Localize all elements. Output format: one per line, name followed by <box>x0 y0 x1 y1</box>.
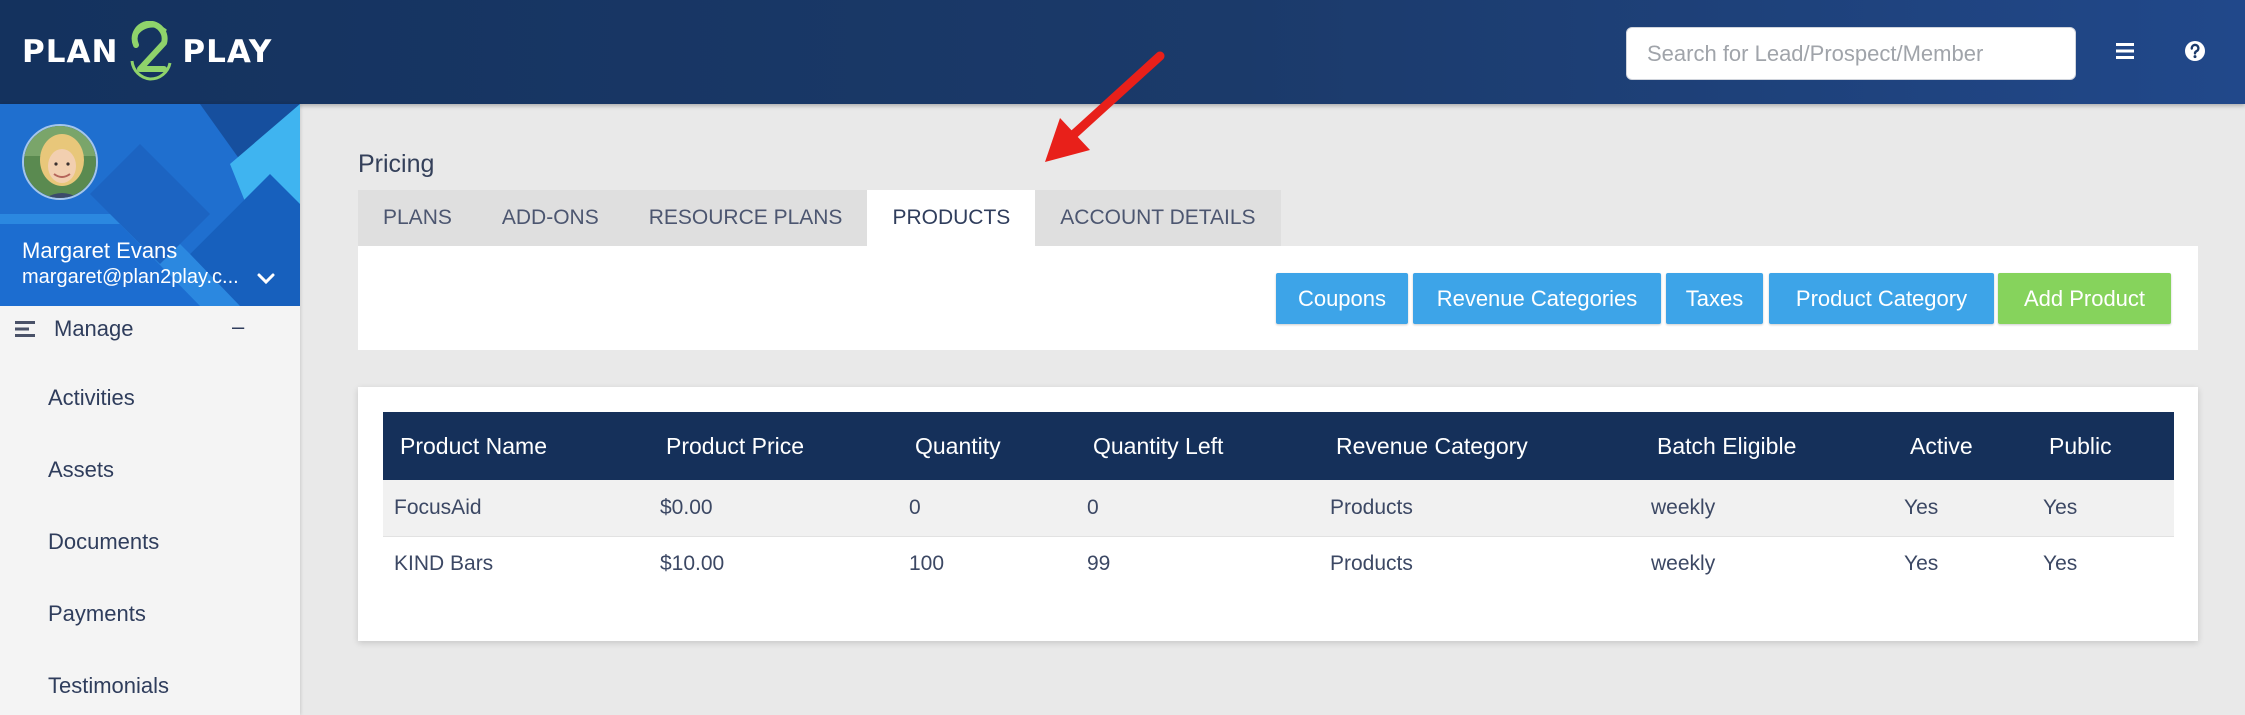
cell-active: Yes <box>1893 535 2032 592</box>
manage-label: Manage <box>54 316 134 341</box>
table-header-row: Product Name Product Price Quantity Quan… <box>383 412 2174 480</box>
cell-public: Yes <box>2032 535 2174 592</box>
plan2play-logo[interactable]: PLAN PLAY <box>22 20 272 84</box>
sidebar-item-assets[interactable]: Assets <box>48 457 114 483</box>
cell-product-name[interactable]: FocusAid <box>383 480 649 536</box>
cell-revenue-category: Products <box>1330 495 1413 519</box>
sidebar: Margaret Evans margaret@plan2play.c... M… <box>0 104 300 715</box>
revenue-categories-button[interactable]: Revenue Categories <box>1413 273 1661 324</box>
search-input[interactable] <box>1626 27 2076 80</box>
tab-resource-plans[interactable]: RESOURCE PLANS <box>623 190 868 246</box>
sidebar-item-testimonials[interactable]: Testimonials <box>48 673 169 699</box>
sidebar-item-documents[interactable]: Documents <box>48 529 159 555</box>
cell-public: Yes <box>2043 495 2078 519</box>
question-circle-icon[interactable] <box>2183 38 2209 64</box>
collapse-symbol[interactable]: – <box>232 314 244 340</box>
hamburger-icon[interactable] <box>2114 38 2138 64</box>
cell-product-price: $10.00 <box>649 535 898 592</box>
user-email: margaret@plan2play.c... <box>22 266 239 288</box>
tab-account-details[interactable]: ACCOUNT DETAILS <box>1035 190 1281 246</box>
cell-batch-eligible: weekly <box>1640 535 1893 592</box>
col-batch-eligible[interactable]: Batch Eligible <box>1640 412 1893 480</box>
tab-plans[interactable]: PLANS <box>358 190 477 246</box>
user-name: Margaret Evans <box>22 238 178 263</box>
profile-card: Margaret Evans margaret@plan2play.c... <box>0 104 300 306</box>
red-arrow-icon <box>1040 48 1170 171</box>
cell-quantity: 0 <box>909 495 921 519</box>
sidebar-item-activities[interactable]: Activities <box>48 385 135 411</box>
products-table: Product Name Product Price Quantity Quan… <box>383 412 2174 592</box>
col-product-name[interactable]: Product Name <box>383 412 649 480</box>
cell-product-name[interactable]: KIND Bars <box>383 535 649 592</box>
col-revenue-category[interactable]: Revenue Category <box>1319 412 1640 480</box>
manage-section-toggle[interactable]: Manage – <box>0 306 300 352</box>
chevron-down-icon[interactable] <box>256 272 276 286</box>
page-title: Pricing <box>358 150 435 178</box>
logo-two-mark <box>126 20 174 83</box>
pricing-tabs: PLANS ADD-ONS RESOURCE PLANS PRODUCTS AC… <box>358 190 1281 246</box>
cell-quantity-left: 99 <box>1076 535 1319 592</box>
taxes-button[interactable]: Taxes <box>1666 273 1763 324</box>
cell-quantity-left: 0 <box>1087 495 1099 519</box>
cell-batch-eligible: weekly <box>1651 495 1716 519</box>
col-product-price[interactable]: Product Price <box>649 412 898 480</box>
logo-text-left: PLAN <box>22 34 119 70</box>
table-row[interactable]: FocusAid $0.00 0 0 Products weekly Yes Y… <box>383 480 2174 536</box>
cell-quantity: 100 <box>898 535 1076 592</box>
tab-add-ons[interactable]: ADD-ONS <box>476 190 624 246</box>
tab-products[interactable]: PRODUCTS <box>867 190 1036 246</box>
list-icon <box>15 320 37 338</box>
cell-product-price: $0.00 <box>660 495 713 519</box>
table-row[interactable]: KIND Bars $10.00 100 99 Products weekly … <box>383 535 2174 592</box>
avatar[interactable] <box>22 124 98 200</box>
logo-text-right: PLAY <box>182 34 273 70</box>
col-public[interactable]: Public <box>2032 412 2174 480</box>
col-quantity[interactable]: Quantity <box>898 412 1076 480</box>
cell-active: Yes <box>1904 495 1939 519</box>
products-table-card: Product Name Product Price Quantity Quan… <box>358 387 2198 641</box>
col-quantity-left[interactable]: Quantity Left <box>1076 412 1319 480</box>
add-product-button[interactable]: Add Product <box>1998 273 2171 324</box>
sidebar-item-payments[interactable]: Payments <box>48 601 146 627</box>
cell-revenue-category: Products <box>1319 535 1640 592</box>
col-active[interactable]: Active <box>1893 412 2032 480</box>
coupons-button[interactable]: Coupons <box>1276 273 1408 324</box>
product-category-button[interactable]: Product Category <box>1769 273 1994 324</box>
